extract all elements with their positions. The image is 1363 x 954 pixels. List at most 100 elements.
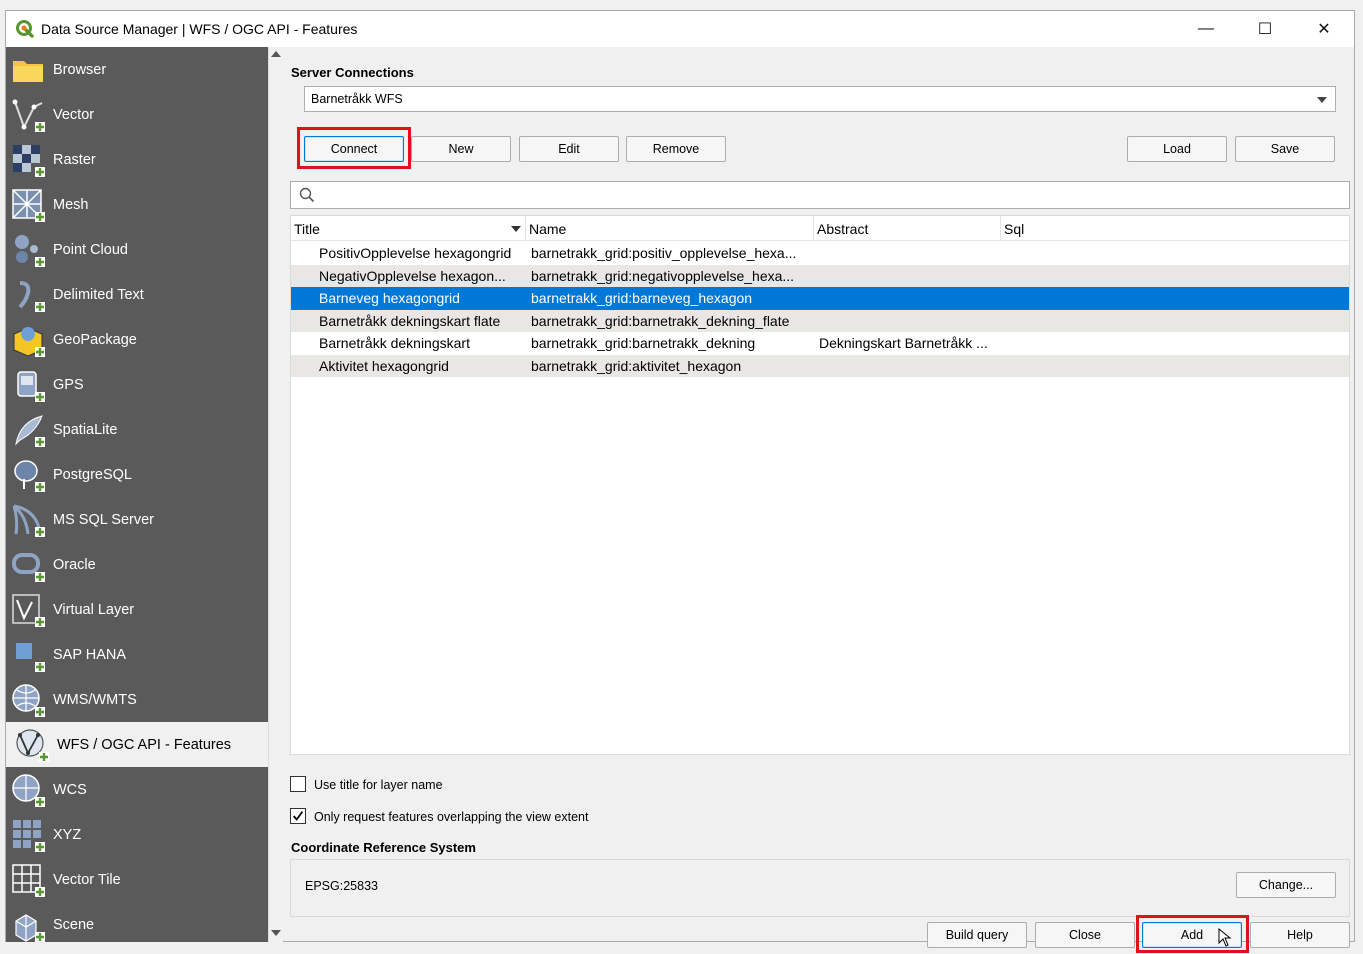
minimize-button[interactable]: — (1177, 11, 1235, 47)
cell-abstract (819, 310, 999, 332)
sidebar-item-ms-sql-server[interactable]: MS SQL Server (6, 497, 268, 542)
crs-value: EPSG:25833 (305, 879, 378, 893)
help-button[interactable]: Help (1250, 922, 1350, 948)
sidebar-item-raster[interactable]: Raster (6, 137, 268, 182)
point-cloud-icon (10, 232, 46, 268)
sidebar-item-label: Delimited Text (53, 286, 144, 303)
server-connections-label: Server Connections (291, 65, 414, 80)
gps-icon (10, 367, 46, 403)
sidebar-item-oracle[interactable]: Oracle (6, 542, 268, 587)
only-request-checkbox[interactable] (290, 808, 306, 824)
oracle-icon (10, 547, 46, 583)
add-highlight-box (1136, 915, 1249, 953)
close-window-button[interactable]: ✕ (1295, 11, 1353, 47)
cell-title: PositivOpplevelse hexagongrid (319, 245, 512, 261)
sidebar-item-label: SpatiaLite (53, 421, 118, 438)
column-header-sql[interactable]: Sql (1001, 216, 1349, 241)
crs-section-label: Coordinate Reference System (291, 840, 476, 855)
sidebar-item-label: WFS / OGC API - Features (57, 736, 232, 753)
table-header: Title Name Abstract Sql (291, 216, 1349, 241)
cell-name: barnetrakk_grid:positiv_opplevelse_hexa.… (531, 245, 797, 261)
column-header-abstract[interactable]: Abstract (814, 216, 1001, 241)
sidebar-item-scene[interactable]: Scene (6, 902, 268, 942)
sidebar-item-label: WCS (53, 781, 87, 798)
sidebar-scrollbar[interactable] (268, 47, 283, 942)
chevron-down-icon (1317, 97, 1327, 103)
maximize-button[interactable]: ☐ (1236, 11, 1294, 47)
mouse-pointer-icon (1218, 928, 1232, 947)
sidebar-item-xyz[interactable]: XYZ (6, 812, 268, 857)
sidebar-item-wfs[interactable]: WFS / OGC API - Features (6, 722, 268, 767)
sidebar-item-mesh[interactable]: Mesh (6, 182, 268, 227)
save-button[interactable]: Save (1235, 136, 1335, 162)
server-connections-group: Barnetråkk WFS (290, 83, 1350, 183)
table-row[interactable]: Aktivitet hexagongrid barnetrakk_grid:ak… (291, 354, 1349, 377)
connection-select[interactable]: Barnetråkk WFS (304, 86, 1336, 112)
maximize-icon: ☐ (1257, 21, 1273, 38)
use-title-checkbox[interactable] (290, 776, 306, 792)
wfs-icon (14, 727, 50, 763)
sidebar-item-label: Oracle (53, 556, 96, 573)
scene-icon (10, 907, 46, 943)
cell-abstract (819, 355, 999, 377)
close-button[interactable]: Close (1035, 922, 1135, 948)
raster-icon (10, 142, 46, 178)
sidebar-item-label: GPS (53, 376, 84, 393)
cell-abstract (819, 265, 999, 287)
sidebar-item-label: Vector (53, 106, 95, 123)
table-row[interactable]: Barnetråkk dekningskart flate barnetrakk… (291, 309, 1349, 332)
sidebar-item-spatialite[interactable]: SpatiaLite (6, 407, 268, 452)
sidebar-item-point-cloud[interactable]: Point Cloud (6, 227, 268, 272)
sidebar-item-vector-tile[interactable]: Vector Tile (6, 857, 268, 902)
remove-button[interactable]: Remove (626, 136, 726, 162)
column-header-title[interactable]: Title (291, 216, 526, 241)
cell-abstract: Dekningskart Barnetråkk ... (819, 335, 988, 351)
sidebar-item-virtual-layer[interactable]: Virtual Layer (6, 587, 268, 632)
crs-group: EPSG:25833 Change... (290, 859, 1350, 917)
sidebar-item-wms-wmts[interactable]: WMS/WMTS (6, 677, 268, 722)
cell-title: Aktivitet hexagongrid (319, 357, 449, 374)
sidebar-item-browser[interactable]: Browser (6, 47, 268, 92)
scroll-thumb[interactable] (270, 62, 282, 842)
sidebar-item-label: Point Cloud (53, 241, 128, 258)
search-input[interactable] (290, 181, 1350, 209)
cell-name: barnetrakk_grid:aktivitet_hexagon (531, 357, 742, 374)
sidebar-item-label: Browser (53, 61, 107, 78)
sidebar-item-sap-hana[interactable]: SAP HANA (6, 632, 268, 677)
cell-title: Barnetråkk dekningskart (319, 335, 470, 351)
qgis-logo-icon (16, 20, 34, 38)
table-row[interactable]: NegativOpplevelse hexagon... barnetrakk_… (291, 264, 1349, 287)
table-row[interactable]: PositivOpplevelse hexagongrid barnetrakk… (291, 242, 1349, 265)
mesh-icon (10, 187, 46, 223)
column-header-name[interactable]: Name (526, 216, 814, 241)
sidebar-item-gps[interactable]: GPS (6, 362, 268, 407)
load-button[interactable]: Load (1127, 136, 1227, 162)
main-panel: Server Connections Barnetråkk WFS Connec… (284, 47, 1354, 953)
close-icon: ✕ (1317, 21, 1331, 38)
sidebar-item-label: Vector Tile (53, 871, 121, 888)
cell-name: barnetrakk_grid:negativopplevelse_hexa..… (531, 267, 795, 284)
new-button[interactable]: New (411, 136, 511, 162)
build-query-button[interactable]: Build query (927, 922, 1027, 948)
wms-icon (10, 682, 46, 718)
layer-table[interactable]: Title Name Abstract Sql PositivOpplevels… (290, 215, 1350, 755)
edit-button[interactable]: Edit (519, 136, 619, 162)
window-title: Data Source Manager | WFS / OGC API - Fe… (41, 21, 358, 37)
cell-name: barnetrakk_grid:barnetrakk_dekning (531, 335, 756, 351)
sidebar-item-wcs[interactable]: WCS (6, 767, 268, 812)
sidebar-item-label: WMS/WMTS (53, 691, 137, 708)
table-row-selected[interactable]: Barneveg hexagongrid barnetrakk_grid:bar… (291, 287, 1349, 310)
sidebar-item-label: Mesh (53, 196, 89, 213)
sidebar-item-postgresql[interactable]: PostgreSQL (6, 452, 268, 497)
change-crs-button[interactable]: Change... (1236, 872, 1336, 898)
connect-highlight-box (297, 127, 411, 169)
sidebar-item-vector[interactable]: Vector (6, 92, 268, 137)
scroll-down-icon[interactable] (271, 930, 281, 936)
sap-hana-icon (10, 637, 46, 673)
use-title-label: Use title for layer name (314, 778, 443, 792)
sidebar-item-label: Scene (53, 916, 95, 933)
sidebar-item-delimited-text[interactable]: Delimited Text (6, 272, 268, 317)
sidebar-item-geopackage[interactable]: GeoPackage (6, 317, 268, 362)
table-row[interactable]: Barnetråkk dekningskart barnetrakk_grid:… (291, 332, 1349, 355)
scroll-up-icon[interactable] (271, 51, 281, 57)
